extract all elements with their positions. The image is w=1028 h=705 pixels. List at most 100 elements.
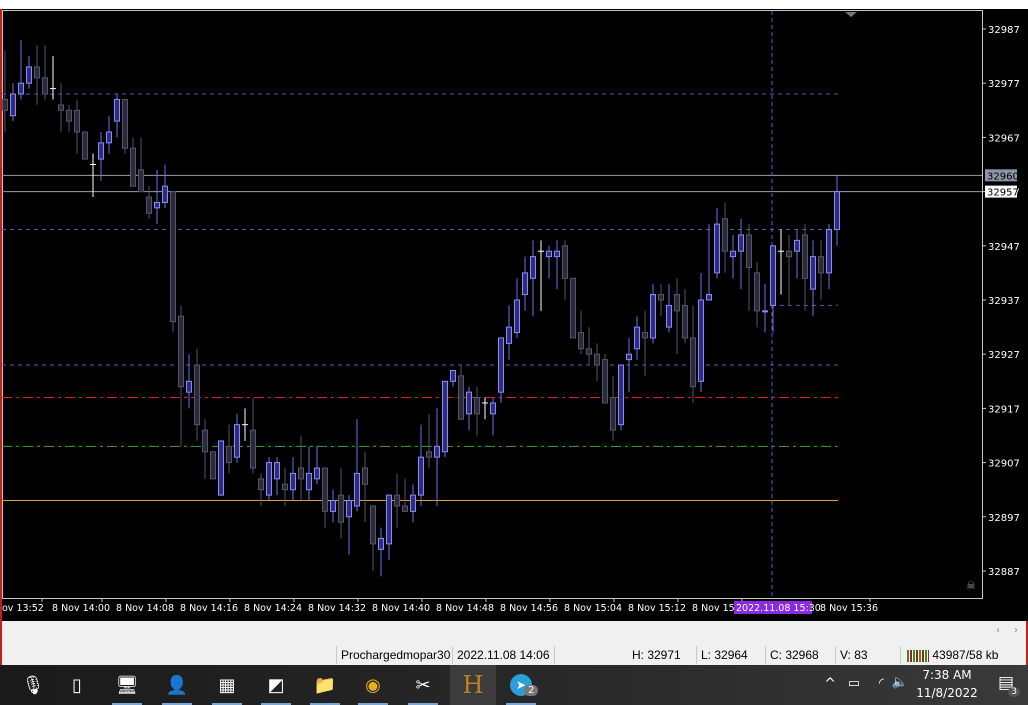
- status-spacer: [554, 646, 629, 664]
- volume-icon[interactable]: 🔈: [892, 675, 908, 690]
- clock-time[interactable]: 7:38 AM: [912, 668, 982, 682]
- candle-body: [826, 229, 832, 274]
- candle: [290, 457, 296, 501]
- taskbar-file-explorer-button[interactable]: 📁: [302, 665, 348, 705]
- taskbar-chrome-button[interactable]: ◉: [350, 665, 396, 705]
- candle-body: [362, 467, 368, 485]
- price-tick-label: 32917: [988, 404, 1020, 415]
- candle-body: [394, 494, 400, 507]
- candle: [826, 224, 832, 290]
- candle-body: [738, 234, 744, 252]
- candle: [274, 457, 280, 496]
- candle-body: [546, 250, 552, 258]
- candle-body: [810, 256, 816, 290]
- candle-body: [594, 353, 600, 366]
- price-chart[interactable]: 32987 32977 32967 32957 32947 32937 32927 32917…: [2, 9, 1028, 621]
- candle-body: [58, 104, 64, 111]
- candle: [218, 440, 224, 496]
- candle-body: [714, 223, 720, 274]
- candle-body: [330, 500, 336, 512]
- candle-body: [354, 472, 360, 507]
- taskbar-computer-button[interactable]: 🖥: [104, 665, 150, 705]
- candle: [330, 489, 336, 523]
- price-tick-label: 32887: [988, 567, 1020, 578]
- candle-body: [18, 82, 24, 95]
- chart-window: 32987 32977 32967 32957 32947 32937 32927 32917…: [0, 9, 1028, 621]
- candle-body: [226, 445, 232, 464]
- taskbar-snipping-tool-button[interactable]: ✂: [400, 665, 446, 705]
- taskbar-trading-terminal-button[interactable]: H: [450, 665, 496, 705]
- candle-body: [218, 440, 224, 496]
- candle: [58, 83, 64, 132]
- candle: [546, 245, 552, 279]
- candle: [34, 45, 40, 105]
- candle: [530, 240, 536, 317]
- scroll-right-arrow-icon[interactable]: ›: [1014, 625, 1018, 636]
- taskbar-microphone-button[interactable]: 🎙: [10, 665, 56, 705]
- candle-body: [290, 472, 296, 491]
- windows-taskbar: 🎙 ▯ 🖥 👤 ▦ ◩ 📁 ◉ ✂ H ➤ 2 ^ ▭ ◜ 🔈 7:38 AM 11/8/2022 ▤…: [0, 665, 1028, 705]
- taskbar-user-app-button[interactable]: 👤: [154, 665, 200, 705]
- candle: [346, 495, 352, 555]
- candle: [434, 408, 440, 506]
- candle: [186, 354, 192, 409]
- taskbar-task-view-button[interactable]: ▯: [54, 665, 100, 705]
- connection-bars-icon: [907, 649, 929, 662]
- candle-body: [378, 537, 384, 550]
- time-tick-label: 8 Nov 14:32: [308, 603, 366, 614]
- show-hidden-icons-icon[interactable]: ^: [824, 676, 836, 692]
- candle-body: [162, 185, 168, 203]
- candle: [610, 375, 616, 441]
- candle: [642, 310, 648, 376]
- candle: [114, 94, 120, 138]
- candle: [722, 202, 728, 273]
- candle: [162, 164, 168, 208]
- candle: [10, 83, 16, 122]
- candle: [154, 169, 160, 225]
- clock-date[interactable]: 11/8/2022: [912, 686, 982, 700]
- battery-icon[interactable]: ▭: [848, 676, 860, 691]
- candle-body: [458, 375, 464, 420]
- candle: [362, 451, 368, 523]
- candle-body: [522, 272, 528, 296]
- microphone-icon: 🎙: [21, 674, 45, 696]
- candle-body: [186, 380, 192, 393]
- price-tick-label: 32987: [988, 25, 1020, 36]
- candle: [386, 494, 392, 561]
- candle-body: [514, 299, 520, 334]
- time-tick-label: 8 Nov 14:00: [52, 603, 110, 614]
- chrome-icon: ◉: [365, 674, 381, 696]
- candle: [506, 305, 512, 360]
- taskbar-notes-button[interactable]: ◩: [253, 665, 299, 705]
- candle-body: [610, 397, 616, 431]
- candle: [674, 278, 680, 355]
- candle: [690, 305, 696, 403]
- candle: [410, 484, 416, 523]
- candle: [578, 310, 584, 355]
- candle: [466, 386, 472, 431]
- wifi-icon[interactable]: ◜: [879, 676, 884, 691]
- scroll-left-arrow-icon[interactable]: ‹: [996, 625, 1000, 636]
- taskbar-telegram-button[interactable]: ➤ 2: [498, 665, 544, 705]
- candle: [258, 473, 264, 506]
- candle-body: [146, 196, 152, 214]
- skull-icon: ☠: [966, 579, 976, 592]
- candle-body: [474, 397, 480, 415]
- status-bar: Prochargedmopar30 2022.11.08 14:06 H: 32…: [0, 645, 1028, 665]
- candle-body: [386, 494, 392, 545]
- candle: [138, 137, 144, 193]
- candle-body: [274, 462, 280, 480]
- candle: [74, 99, 80, 154]
- candle-body: [282, 483, 288, 491]
- candle-body: [34, 66, 40, 79]
- candle-body: [450, 369, 456, 382]
- candle: [514, 278, 520, 338]
- plot-border: [2, 10, 983, 599]
- candle: [834, 175, 840, 246]
- time-tick-label: 8 Nov 14:48: [436, 603, 494, 614]
- candle: [802, 224, 808, 311]
- candle-body: [722, 218, 728, 252]
- candle: [426, 413, 432, 469]
- taskbar-calculator-button[interactable]: ▦: [204, 665, 250, 705]
- status-volume: V: 83: [835, 646, 868, 664]
